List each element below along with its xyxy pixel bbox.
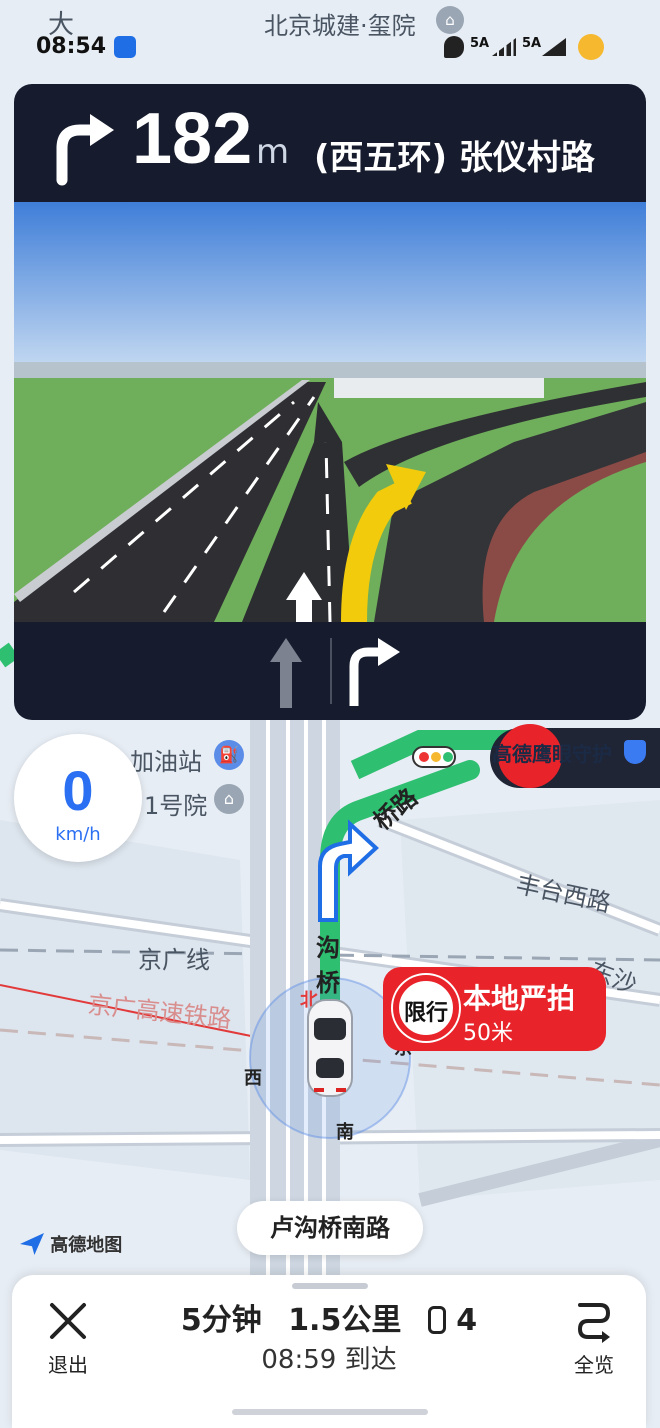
turn-right-arrow-icon: [56, 114, 114, 186]
speedometer: 0 km/h: [14, 734, 142, 862]
restriction-badge: 限行: [393, 975, 459, 1041]
route-overview-icon: [577, 1303, 611, 1343]
compass-west: 西: [244, 1068, 262, 1089]
lane-divider: [330, 638, 332, 704]
traffic-lights-value: 4: [456, 1303, 478, 1338]
signal-bars-2-icon: [542, 38, 566, 56]
app-logo-text: 高德地图: [50, 1235, 123, 1256]
status-time: 08:54: [36, 34, 107, 59]
maneuver-arrow-icon: [318, 819, 379, 922]
app-indicator-icon: [114, 36, 136, 58]
traffic-lights-count: 4: [427, 1303, 478, 1338]
camera-alert-label: 高德鹰眼守护: [492, 742, 612, 766]
app-logo: 高德地图: [20, 1231, 122, 1257]
speed-unit: km/h: [55, 824, 101, 845]
gas-station-icon[interactable]: ⛽: [214, 740, 244, 770]
current-street: 卢沟桥南路: [237, 1201, 423, 1255]
trip-distance: 1.5公里: [288, 1303, 402, 1338]
lane-right-turn-icon: [349, 638, 400, 706]
restriction-distance: 50米: [463, 1021, 513, 1046]
residence-icon[interactable]: ⌂: [214, 784, 244, 814]
overview-label: 全览: [574, 1353, 614, 1377]
speed-value: 0: [62, 759, 94, 822]
microphone-icon: [578, 34, 604, 60]
car-location-icon: [307, 999, 353, 1097]
turn-distance: 182: [132, 99, 253, 179]
status-bar: 08:54 5A 5A: [36, 34, 604, 64]
drag-handle[interactable]: [292, 1283, 368, 1289]
restriction-badge-label: 限行: [403, 1001, 448, 1026]
camera-alert[interactable]: 高德鹰眼守护: [412, 722, 660, 796]
location-icon: [444, 36, 464, 58]
trip-duration: 5分钟: [180, 1303, 262, 1338]
map-label-gouqiao: 沟桥: [316, 934, 340, 997]
restriction-alert[interactable]: 限行 本地严拍 50米: [383, 967, 606, 1051]
turn-distance-unit: m: [256, 132, 290, 172]
guidance-panel: 182 m (西五环) 张仪村路: [14, 84, 646, 720]
overview-button[interactable]: 全览: [556, 1297, 632, 1379]
signal-label-2: 5A: [522, 36, 542, 51]
signal-bars-1-icon: [492, 38, 516, 56]
home-indicator[interactable]: [232, 1409, 428, 1415]
traffic-light-small-icon: [427, 1306, 446, 1334]
signal-label-1: 5A: [470, 36, 490, 51]
shield-icon: [624, 740, 646, 764]
arrival-time: 08:59 到达: [261, 1345, 397, 1375]
traffic-light-icon: [412, 746, 456, 768]
map-label-jingguang-line: 京广线: [138, 946, 210, 974]
next-road-name: (西五环) 张仪村路: [314, 138, 595, 178]
trip-summary: 5分钟 1.5公里 4: [12, 1295, 646, 1339]
amap-logo-icon: [20, 1233, 44, 1255]
compass-south: 南: [336, 1122, 354, 1143]
turn-instruction: 182 m (西五环) 张仪村路: [14, 84, 646, 202]
junction-view-image: [14, 202, 646, 622]
residence-top-icon[interactable]: ⌂: [436, 6, 464, 34]
restriction-title: 本地严拍: [463, 982, 576, 1015]
trip-panel: 退出 5分钟 1.5公里 4 08:59 到达 全览: [12, 1275, 646, 1428]
map-label-yard[interactable]: 1号院: [144, 786, 207, 821]
lane-guidance: [14, 622, 646, 720]
lane-straight-icon: [270, 638, 302, 708]
